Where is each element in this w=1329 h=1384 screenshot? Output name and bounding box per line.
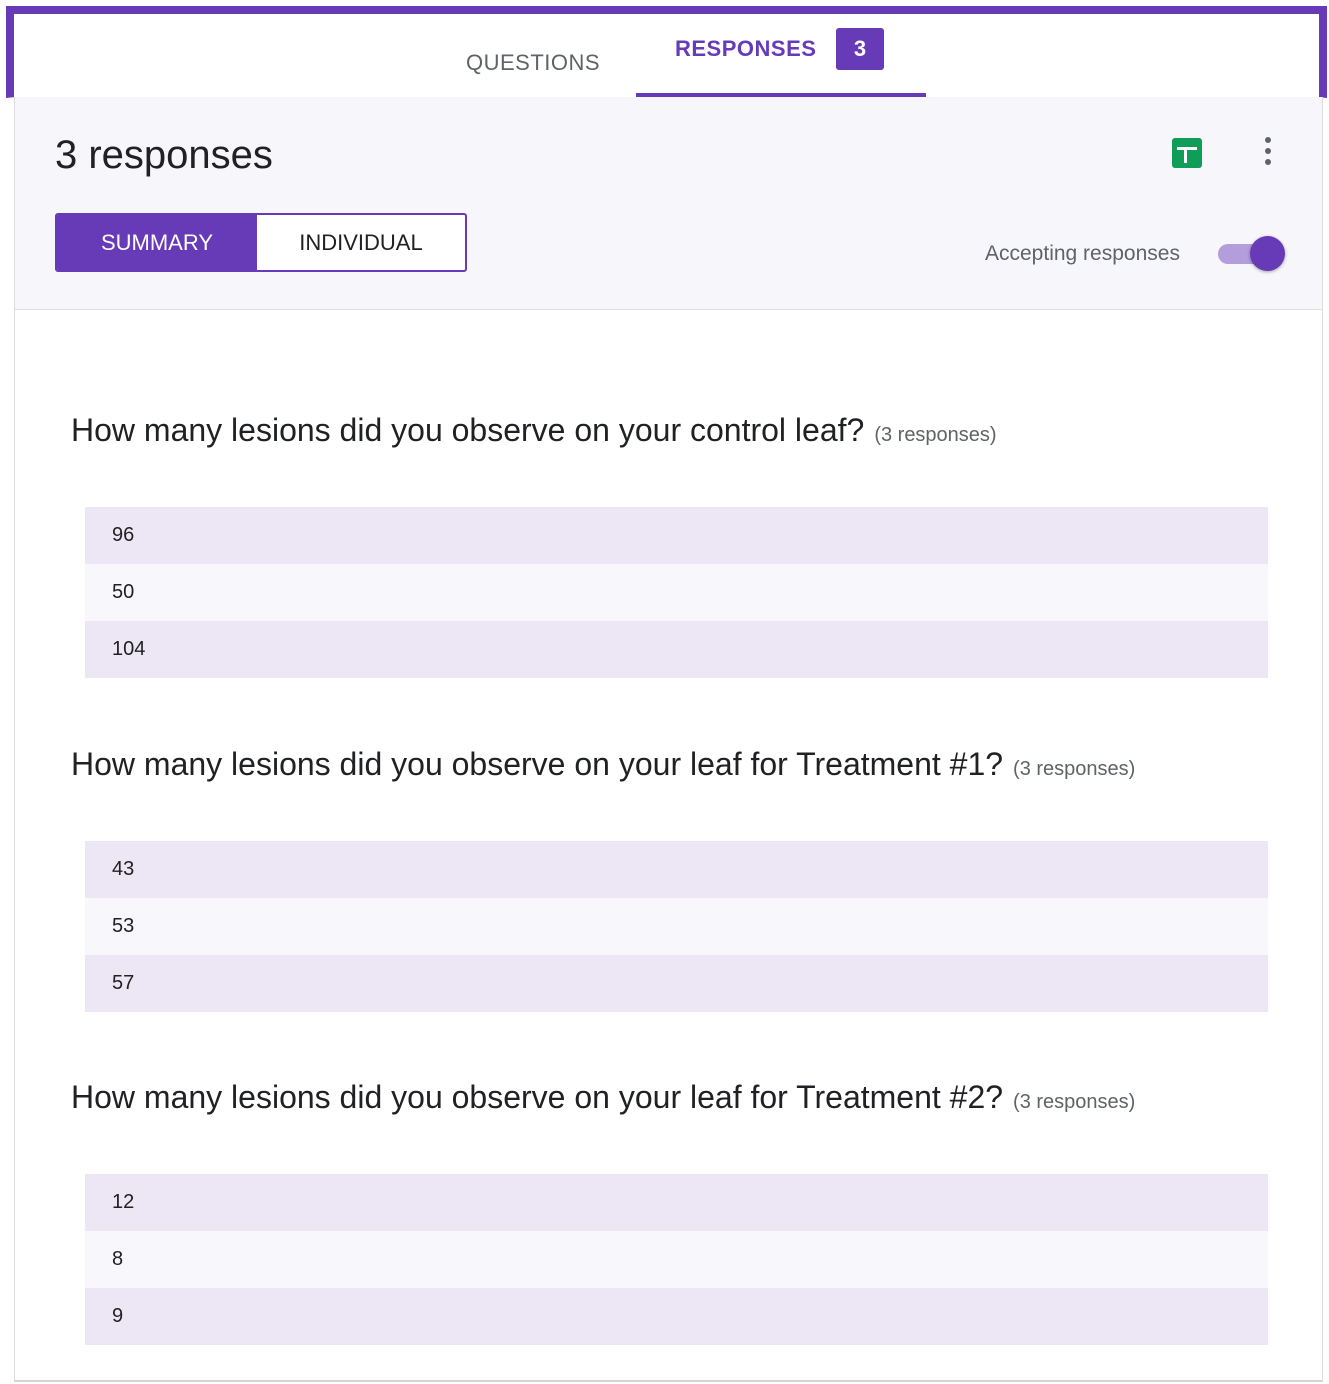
accepting-responses-toggle[interactable] (1218, 236, 1285, 272)
question-text: How many lesions did you observe on your… (71, 1079, 1004, 1115)
top-tab-bar: QUESTIONS RESPONSES 3 (6, 6, 1327, 98)
answer-row: 104 (85, 621, 1268, 678)
responses-header: 3 responses SUMMARY INDIVIDUAL Accepting… (15, 97, 1322, 310)
question-block: How many lesions did you observe on your… (71, 412, 1254, 449)
answer-row: 50 (85, 564, 1268, 621)
google-sheets-icon[interactable] (1172, 138, 1202, 168)
answer-list: 96 50 104 (85, 507, 1268, 678)
summary-button[interactable]: SUMMARY (57, 215, 257, 270)
toggle-knob (1250, 236, 1285, 271)
more-dot (1265, 159, 1271, 165)
response-count: (3 responses) (874, 424, 997, 446)
view-toggle: SUMMARY INDIVIDUAL (55, 213, 467, 272)
tab-responses[interactable]: RESPONSES (675, 36, 816, 62)
question-title: How many lesions did you observe on your… (71, 412, 1254, 449)
individual-button[interactable]: INDIVIDUAL (257, 215, 465, 270)
question-block: How many lesions did you observe on your… (71, 746, 1254, 783)
more-vert-icon[interactable] (1262, 137, 1274, 169)
question-text: How many lesions did you observe on your… (71, 412, 865, 448)
answer-row: 43 (85, 841, 1268, 898)
accepting-responses-label: Accepting responses (985, 242, 1180, 265)
response-count: (3 responses) (1013, 1091, 1136, 1113)
tab-questions[interactable]: QUESTIONS (466, 50, 600, 76)
more-dot (1265, 137, 1271, 143)
answer-list: 43 53 57 (85, 841, 1268, 1012)
question-text: How many lesions did you observe on your… (71, 746, 1004, 782)
answer-row: 96 (85, 507, 1268, 564)
answer-row: 8 (85, 1231, 1268, 1288)
question-title: How many lesions did you observe on your… (71, 1079, 1254, 1116)
response-count: (3 responses) (1013, 758, 1136, 780)
responses-count-badge: 3 (836, 28, 884, 70)
answer-row: 53 (85, 898, 1268, 955)
answer-row: 57 (85, 955, 1268, 1012)
page-title: 3 responses (55, 133, 273, 177)
forms-window: QUESTIONS RESPONSES 3 3 responses SUMMAR… (0, 0, 1329, 1384)
more-dot (1265, 148, 1271, 154)
answer-row: 12 (85, 1174, 1268, 1231)
question-title: How many lesions did you observe on your… (71, 746, 1254, 783)
answer-row: 9 (85, 1288, 1268, 1345)
answer-list: 12 8 9 (85, 1174, 1268, 1345)
question-block: How many lesions did you observe on your… (71, 1079, 1254, 1116)
